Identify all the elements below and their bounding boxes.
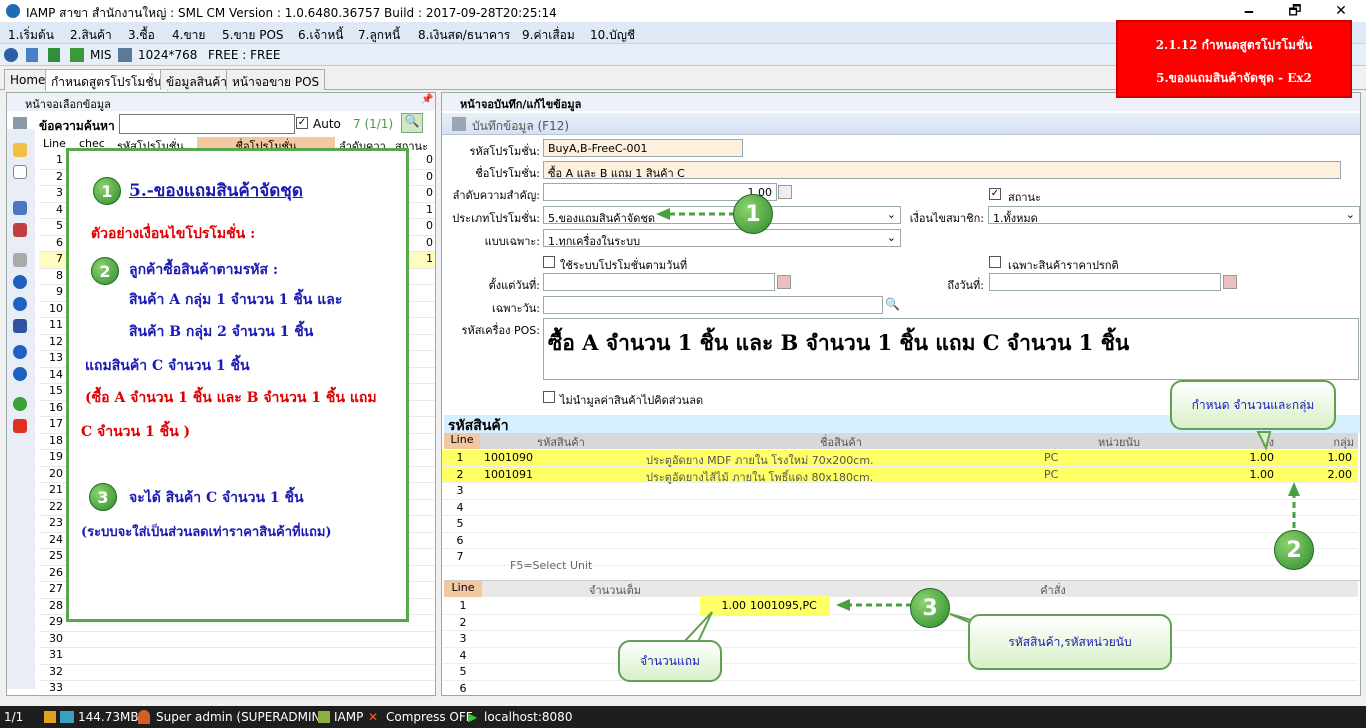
arrowhead-1 — [656, 208, 670, 220]
play-icon: ▶ — [468, 710, 478, 724]
status-bar: 1/1 144.73MB Super admin (SUPERADMIN) IA… — [0, 706, 1366, 728]
arrowhead-2 — [1288, 482, 1300, 496]
callout-tail-qty — [1256, 431, 1272, 451]
current-user: Super admin (SUPERADMIN) — [156, 710, 326, 724]
annotation-badge-2: 2 — [1274, 530, 1314, 570]
callout-free-qty: จำนวนแถม — [618, 640, 722, 682]
memory-icon — [60, 711, 74, 723]
compress-icon: ✕ — [368, 710, 379, 724]
compress-status: Compress OFF — [386, 710, 473, 724]
app-status-icon — [318, 711, 330, 723]
callout-code-unit: รหัสสินค้า,รหัสหน่วยนับ — [968, 614, 1172, 670]
server-host: localhost:8080 — [484, 710, 573, 724]
page-indicator: 1/1 — [4, 710, 24, 724]
arrowhead-3 — [836, 599, 850, 611]
callout-tail-free — [681, 611, 713, 643]
annotation-badge-3: 3 — [910, 588, 950, 628]
callout-qty-group: กำหนด จำนวนและกลุ่ม — [1170, 380, 1336, 430]
annotation-badge-1: 1 — [733, 194, 773, 234]
app-name: IAMP — [334, 710, 364, 724]
user-icon — [138, 710, 150, 724]
memory-usage: 144.73MB — [78, 710, 139, 724]
key-icon — [44, 711, 56, 723]
